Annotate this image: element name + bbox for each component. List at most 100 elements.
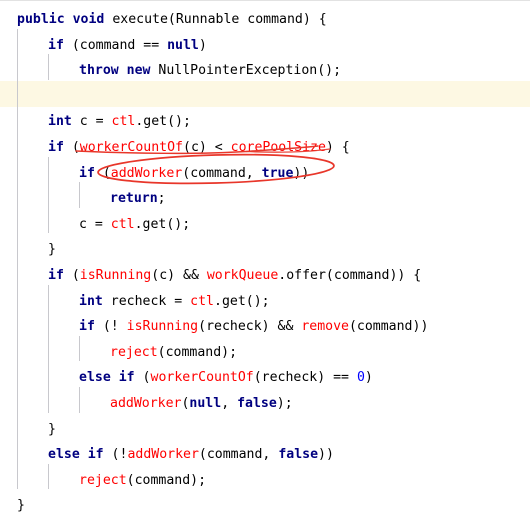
code-token-plain: (command == xyxy=(63,37,168,53)
code-token-kw: false xyxy=(278,447,319,463)
code-token-plain: NullPointerException(); xyxy=(150,63,342,79)
code-token-ident: reject xyxy=(110,344,158,360)
code-token-kw: if xyxy=(48,37,64,53)
code-token-plain: ) { xyxy=(325,140,350,155)
code-line[interactable]: else if (workerCountOf(recheck) == 0) xyxy=(0,365,530,391)
code-token-ident: ctl xyxy=(190,293,214,309)
code-token-plain: (command); xyxy=(157,344,238,360)
code-token-plain: .offer(command)) { xyxy=(278,268,422,283)
code-token-plain: (command, xyxy=(182,165,262,181)
code-line[interactable]: throw new NullPointerException(); xyxy=(0,58,530,84)
code-token-kw: false xyxy=(237,396,277,411)
code-token-plain: (recheck) && xyxy=(198,319,302,335)
code-token-plain: } xyxy=(17,498,25,512)
code-token-plain: (! xyxy=(94,319,127,335)
code-line[interactable]: int c = ctl.get(); xyxy=(0,109,530,135)
code-token-ident: ctl xyxy=(111,114,136,130)
code-token-kw: if xyxy=(118,370,135,386)
code-token-kw: else xyxy=(79,370,111,386)
code-token-ident: addWorker xyxy=(110,396,182,411)
code-token-plain: } xyxy=(48,421,56,437)
code-token-ident: isRunning xyxy=(126,319,199,335)
code-token-ident: workerCountOf xyxy=(150,370,254,386)
code-token-plain: c = xyxy=(71,114,112,130)
code-token-plain: (Runnable command) { xyxy=(167,12,327,27)
code-token-ident: isRunning xyxy=(79,268,152,283)
code-line[interactable]: c = ctl.get(); xyxy=(0,212,530,238)
code-token-kw: return xyxy=(110,191,158,207)
code-token-ident: workQueue xyxy=(206,268,279,283)
code-token-plain: (command, xyxy=(198,447,279,463)
code-token-plain: , xyxy=(221,396,238,411)
code-token-kw: int xyxy=(79,293,103,309)
code-line[interactable]: } xyxy=(0,493,530,512)
code-token-ident: remove xyxy=(301,319,349,335)
code-token-plain: (command)) xyxy=(348,319,429,335)
code-line[interactable]: addWorker(null, false); xyxy=(0,391,530,417)
code-token-kw: void xyxy=(72,12,105,27)
code-token-ident: reject xyxy=(79,472,127,488)
code-token-plain: )) xyxy=(318,447,334,463)
code-line[interactable] xyxy=(0,84,530,110)
code-line[interactable]: if (command == null) xyxy=(0,33,530,59)
code-token-kw: else xyxy=(48,447,80,463)
code-line[interactable]: return; xyxy=(0,186,530,212)
code-token-plain: ); xyxy=(276,396,293,411)
code-token-plain: ) xyxy=(364,370,373,386)
code-token-kw: new xyxy=(126,63,151,79)
code-token-plain: )) xyxy=(293,165,310,181)
code-token-kw: true xyxy=(261,165,294,181)
code-line[interactable]: } xyxy=(0,237,530,263)
code-token-kw: null xyxy=(167,37,199,53)
code-line[interactable]: if (! isRunning(recheck) && remove(comma… xyxy=(0,314,530,340)
code-token-plain: (! xyxy=(103,447,128,463)
code-line[interactable]: reject(command); xyxy=(0,468,530,494)
code-token-ident: ctl xyxy=(110,216,135,232)
code-token-kw: null xyxy=(189,396,222,411)
code-token-plain: (recheck) == xyxy=(253,370,357,386)
code-token-kw: throw xyxy=(79,63,119,79)
code-token-plain: ( xyxy=(134,370,151,386)
code-token-plain: .get(); xyxy=(214,293,270,309)
code-line[interactable]: else if (!addWorker(command, false)) xyxy=(0,442,530,468)
code-token-plain: recheck = xyxy=(102,293,191,309)
code-line[interactable]: int recheck = ctl.get(); xyxy=(0,289,530,315)
code-line[interactable]: if (isRunning(c) && workQueue.offer(comm… xyxy=(0,263,530,289)
code-token-plain: ) xyxy=(198,37,207,53)
code-token-kw: if xyxy=(48,268,64,283)
code-token-plain: ( xyxy=(94,165,111,181)
code-token-kw: int xyxy=(48,114,72,130)
code-line[interactable]: if (addWorker(command, true)) xyxy=(0,161,530,187)
code-token-plain: .get(); xyxy=(135,114,191,130)
code-token-plain: .get(); xyxy=(134,216,191,232)
code-token-plain: (c) < xyxy=(183,140,231,155)
code-line[interactable]: if (workerCountOf(c) < corePoolSize) { xyxy=(0,135,530,161)
code-token-plain: c = xyxy=(79,216,111,232)
code-line[interactable]: public void execute(Runnable command) { xyxy=(0,7,530,33)
code-token-num: 0 xyxy=(356,370,365,386)
code-token-ident: corePoolSize xyxy=(230,140,326,155)
code-token-plain: } xyxy=(48,242,56,258)
code-token-plain: execute xyxy=(112,12,168,27)
code-token-plain: ; xyxy=(157,191,166,207)
code-token-ident: workerCountOf xyxy=(79,140,183,155)
code-line[interactable]: } xyxy=(0,417,530,443)
code-text[interactable]: public void execute(Runnable command) {i… xyxy=(0,1,530,512)
code-token-plain: (command); xyxy=(126,472,207,488)
code-token-plain: ( xyxy=(63,268,80,283)
code-token-kw: if xyxy=(48,140,64,155)
code-token-ident: addWorker xyxy=(127,447,199,463)
code-token-kw: if xyxy=(87,447,104,463)
code-token-kw: if xyxy=(79,319,95,335)
code-token-plain: ( xyxy=(63,140,80,155)
code-editor-pane[interactable]: public void execute(Runnable command) {i… xyxy=(0,0,530,512)
code-line[interactable]: reject(command); xyxy=(0,340,530,366)
code-token-plain: (c) && xyxy=(151,268,207,283)
code-token-kw: public xyxy=(17,12,65,27)
code-token-kw: if xyxy=(79,165,95,181)
code-token-ident: addWorker xyxy=(110,165,183,181)
